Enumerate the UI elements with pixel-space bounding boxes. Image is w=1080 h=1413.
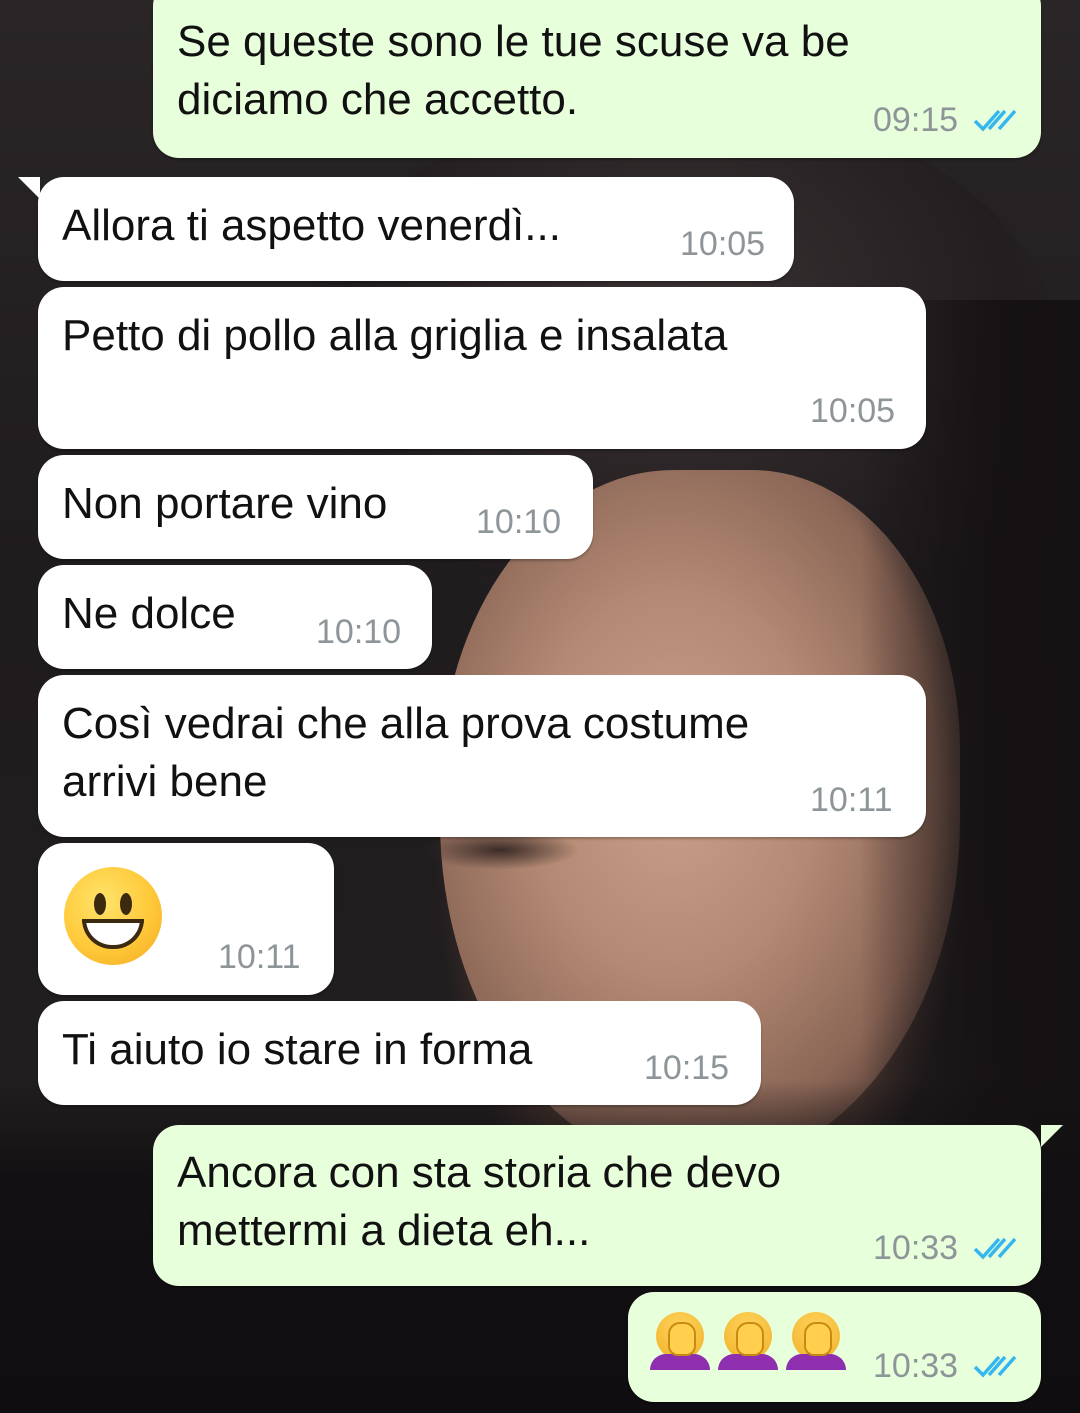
message-text-line: Ti aiuto io stare in forma (62, 1025, 533, 1074)
message-timestamp: 10:10 (476, 503, 562, 541)
message-text-line: Se queste sono le tue scuse va be (177, 17, 850, 66)
message-timestamp: 10:33 (873, 1229, 959, 1267)
message-timestamp: 09:15 (873, 101, 959, 139)
message-bubble-incoming[interactable]: Così vedrai che alla prova costume arriv… (38, 675, 926, 837)
message-bubble-incoming[interactable]: Non portare vino 10:10 (38, 455, 593, 559)
woman-facepalming-emoji-icon (718, 1310, 778, 1370)
double-check-icon (973, 1355, 1017, 1378)
bubble-tail (1041, 1125, 1063, 1147)
message-bubble-outgoing[interactable]: Ancora con sta storia che devo mettermi … (153, 1125, 1041, 1286)
message-text-line: diciamo che accetto. (177, 75, 579, 124)
message-text-line: Ancora con sta storia che devo (177, 1148, 782, 1197)
message-text-line: arrivi bene (62, 757, 268, 806)
message-text-line: Allora ti aspetto venerdì... (62, 201, 561, 250)
woman-facepalming-emoji-icon (650, 1310, 710, 1370)
message-timestamp: 10:05 (680, 225, 766, 263)
message-timestamp: 10:05 (810, 392, 896, 430)
message-timestamp: 10:11 (218, 938, 301, 976)
bubble-tail (18, 177, 40, 199)
message-timestamp: 10:10 (316, 613, 402, 651)
message-bubble-incoming[interactable]: Allora ti aspetto venerdì... 10:05 (38, 177, 794, 281)
message-bubble-incoming[interactable]: 10:11 (38, 843, 334, 995)
double-check-icon (973, 109, 1017, 132)
message-text-line: Petto di pollo alla griglia e insalata (62, 311, 728, 360)
message-bubble-incoming[interactable]: Ti aiuto io stare in forma 10:15 (38, 1001, 761, 1105)
message-text-line: Non portare vino (62, 479, 388, 528)
double-check-icon (973, 1237, 1017, 1260)
message-timestamp: 10:11 (810, 781, 893, 819)
message-bubble-outgoing[interactable]: 10:33 (628, 1292, 1041, 1402)
message-timestamp: 10:15 (644, 1049, 730, 1087)
woman-facepalming-emoji-icon (786, 1310, 846, 1370)
message-bubble-incoming[interactable]: Petto di pollo alla griglia e insalata 1… (38, 287, 926, 449)
message-timestamp: 10:33 (873, 1347, 959, 1385)
message-text-line: Così vedrai che alla prova costume (62, 699, 750, 748)
grinning-face-emoji-icon (64, 867, 162, 965)
message-bubble-incoming[interactable]: Ne dolce 10:10 (38, 565, 432, 669)
message-text-line: Ne dolce (62, 589, 236, 638)
message-bubble-outgoing[interactable]: Se queste sono le tue scuse va be diciam… (153, 0, 1041, 158)
message-text-line: mettermi a dieta eh... (177, 1206, 591, 1255)
